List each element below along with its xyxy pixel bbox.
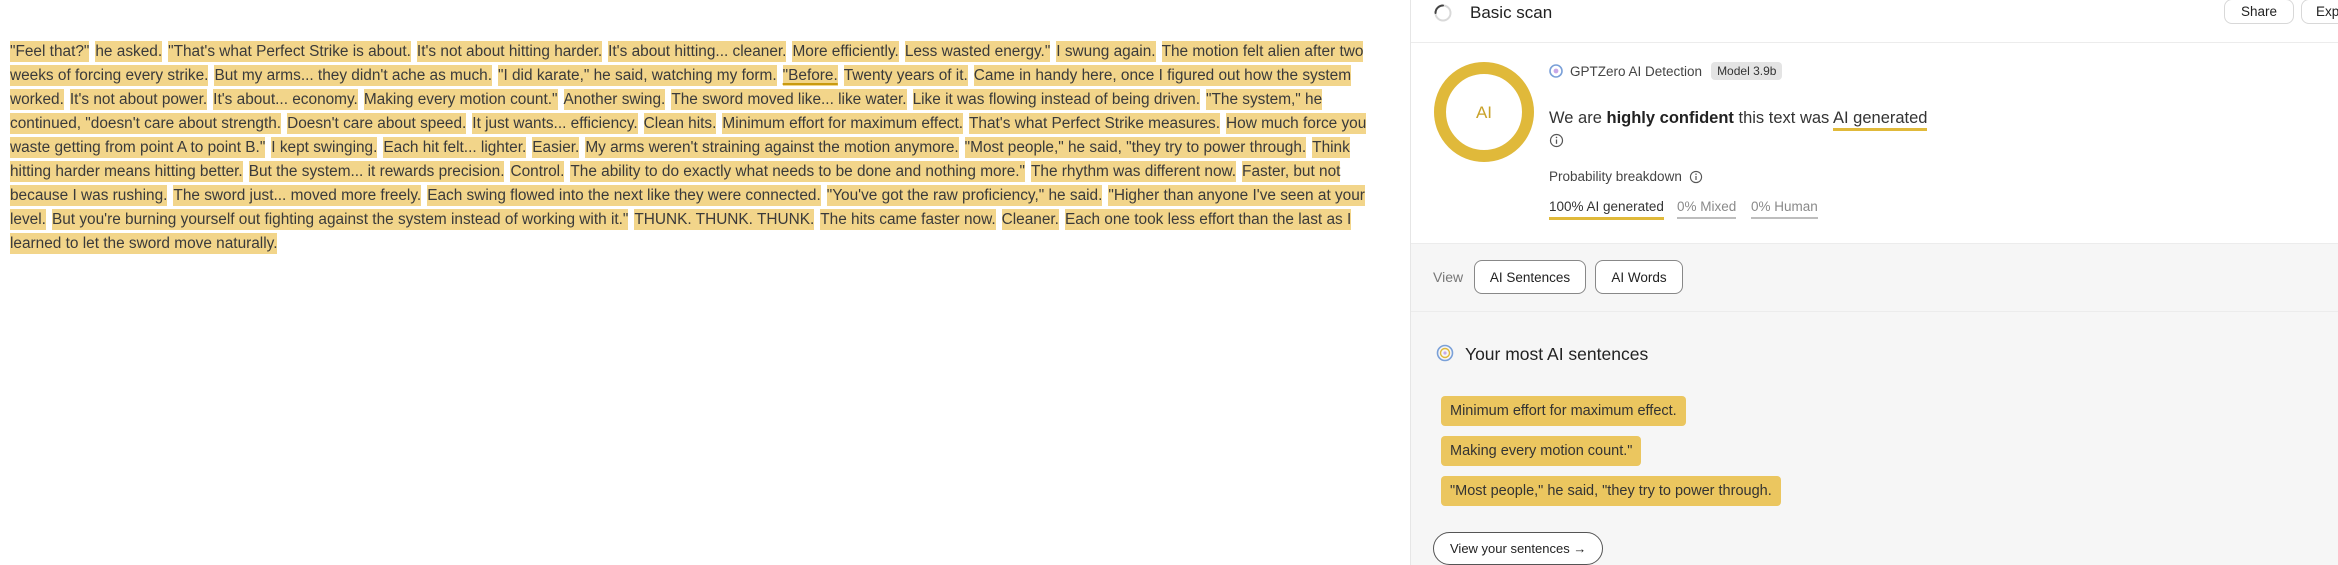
ai-sentence[interactable]: Doesn't care about speed. <box>287 113 467 134</box>
ai-sentence[interactable]: But you're burning yourself out fighting… <box>51 209 629 230</box>
ai-sentence[interactable]: Like it was flowing instead of being dri… <box>912 89 1201 110</box>
sparkle-icon <box>1436 344 1454 362</box>
ai-sentence[interactable]: I kept swinging. <box>271 137 378 158</box>
detector-name: GPTZero AI Detection <box>1570 63 1703 79</box>
breakdown-label-text: Probability breakdown <box>1549 169 1682 184</box>
share-button[interactable]: Share <box>2224 0 2294 24</box>
ai-sentence[interactable]: Minimum effort for maximum effect. <box>722 113 964 134</box>
breakdown-human-tab[interactable]: 0% Human <box>1751 199 1818 219</box>
verdict-middle: this text was <box>1738 109 1830 127</box>
ai-sentences-button[interactable]: AI Sentences <box>1474 260 1586 294</box>
ai-sentence[interactable]: The ability to do exactly what needs to … <box>570 161 1026 182</box>
ai-sentence[interactable]: But the system... it rewards precision. <box>248 161 505 182</box>
ai-sentence[interactable]: he asked. <box>95 41 163 62</box>
ai-sentence[interactable]: The sword just... moved more freely. <box>173 185 422 206</box>
ai-sentence[interactable]: Less wasted energy." <box>904 41 1051 62</box>
ai-sentence[interactable]: "Most people," he said, "they try to pow… <box>964 137 1307 158</box>
verdict-text: We are highly confident this text was AI… <box>1549 109 1928 131</box>
ai-sentence-chip[interactable]: Minimum effort for maximum effect. <box>1441 396 1686 426</box>
export-button[interactable]: Expo <box>2301 0 2338 24</box>
ai-sentence[interactable]: Another swing. <box>563 89 666 110</box>
detector-row: GPTZero AI Detection Model 3.9b <box>1549 62 1783 80</box>
ai-sentence[interactable]: More efficiently. <box>792 41 899 62</box>
ai-sentence[interactable]: It's not about hitting harder. <box>416 41 603 62</box>
verdict-confidence: highly confident <box>1606 109 1734 127</box>
ai-sentence[interactable]: Cleaner. <box>1001 209 1059 230</box>
ai-sentence[interactable]: THUNK. THUNK. THUNK. <box>634 209 815 230</box>
gauge-label: AI <box>1476 103 1492 122</box>
ai-sentence-chip[interactable]: "Most people," he said, "they try to pow… <box>1441 476 1781 506</box>
most-ai-sentences-section: Your most AI sentences Minimum effort fo… <box>1411 312 2338 565</box>
ai-sentence[interactable]: That's what Perfect Strike measures. <box>969 113 1221 134</box>
ai-sentence-chip[interactable]: Making every motion count." <box>1441 436 1642 466</box>
ai-score-gauge: AI <box>1434 62 1534 162</box>
detector-logo-icon <box>1549 64 1563 78</box>
ai-sentence[interactable]: The rhythm was different now. <box>1031 161 1237 182</box>
view-toggle-bar: View AI Sentences AI Words <box>1411 244 2338 312</box>
ai-sentence[interactable]: Twenty years of it. <box>843 65 968 86</box>
breakdown-ai-tab[interactable]: 100% AI generated <box>1549 199 1664 220</box>
ai-words-button[interactable]: AI Words <box>1595 260 1683 294</box>
ai-sentence[interactable]: The sword moved like... like water. <box>671 89 907 110</box>
view-sentences-button[interactable]: View your sentences → <box>1433 532 1604 565</box>
breakdown-mixed-tab[interactable]: 0% Mixed <box>1677 199 1737 219</box>
page-title: Basic scan <box>1470 3 1553 22</box>
ai-sentence[interactable]: Each swing flowed into the next like the… <box>427 185 821 206</box>
verdict-prefix: We are <box>1549 109 1602 127</box>
ai-sentence[interactable]: "You've got the raw proficiency," he sai… <box>826 185 1103 206</box>
results-panel: Basic scan Share Expo AI GPTZero AI Dete… <box>1411 0 2338 565</box>
result-card: AI GPTZero AI Detection Model 3.9b We ar… <box>1411 42 2338 244</box>
verdict-result: AI generated <box>1832 109 1928 131</box>
ai-sentence[interactable]: I swung again. <box>1056 41 1156 62</box>
info-icon[interactable] <box>1549 133 1564 148</box>
view-label: View <box>1433 269 1464 285</box>
section-title: Your most AI sentences <box>1465 344 1649 364</box>
ai-sentence[interactable]: It just wants... efficiency. <box>472 113 638 134</box>
ai-sentence[interactable]: Each hit felt... lighter. <box>383 137 527 158</box>
probability-breakdown-label: Probability breakdown <box>1549 169 1703 184</box>
ai-sentence[interactable]: It's not about power. <box>69 89 208 110</box>
ai-sentence[interactable]: Clean hits. <box>643 113 717 134</box>
ai-sentence[interactable]: But my arms... they didn't ache as much. <box>214 65 492 86</box>
ai-sentence[interactable]: "I did karate," he said, watching my for… <box>497 65 777 86</box>
ai-sentence[interactable]: Control. <box>510 161 565 182</box>
model-badge: Model 3.9b <box>1711 62 1783 80</box>
document-pane: "Feel that?" he asked. "That's what Perfec… <box>0 0 1410 565</box>
scanned-text: "Feel that?" he asked. "That's what Perfec… <box>10 40 1385 256</box>
ai-sentence[interactable]: "That's what Perfect Strike is about. <box>168 41 411 62</box>
scan-spinner-icon <box>1434 4 1452 22</box>
ai-sentence[interactable]: "Feel that?" <box>10 41 90 62</box>
ai-sentence[interactable]: "Before. <box>782 65 838 86</box>
ai-sentence[interactable]: My arms weren't straining against the mo… <box>585 137 959 158</box>
ai-sentence[interactable]: It's about... economy. <box>213 89 358 110</box>
ai-sentence[interactable]: It's about hitting... cleaner. <box>608 41 787 62</box>
info-icon[interactable] <box>1689 170 1703 184</box>
panel-header: Basic scan Share Expo <box>1411 0 2338 27</box>
ai-sentence[interactable]: Easier. <box>532 137 580 158</box>
ai-sentence[interactable]: The hits came faster now. <box>820 209 996 230</box>
ai-sentence[interactable]: Making every motion count." <box>363 89 558 110</box>
